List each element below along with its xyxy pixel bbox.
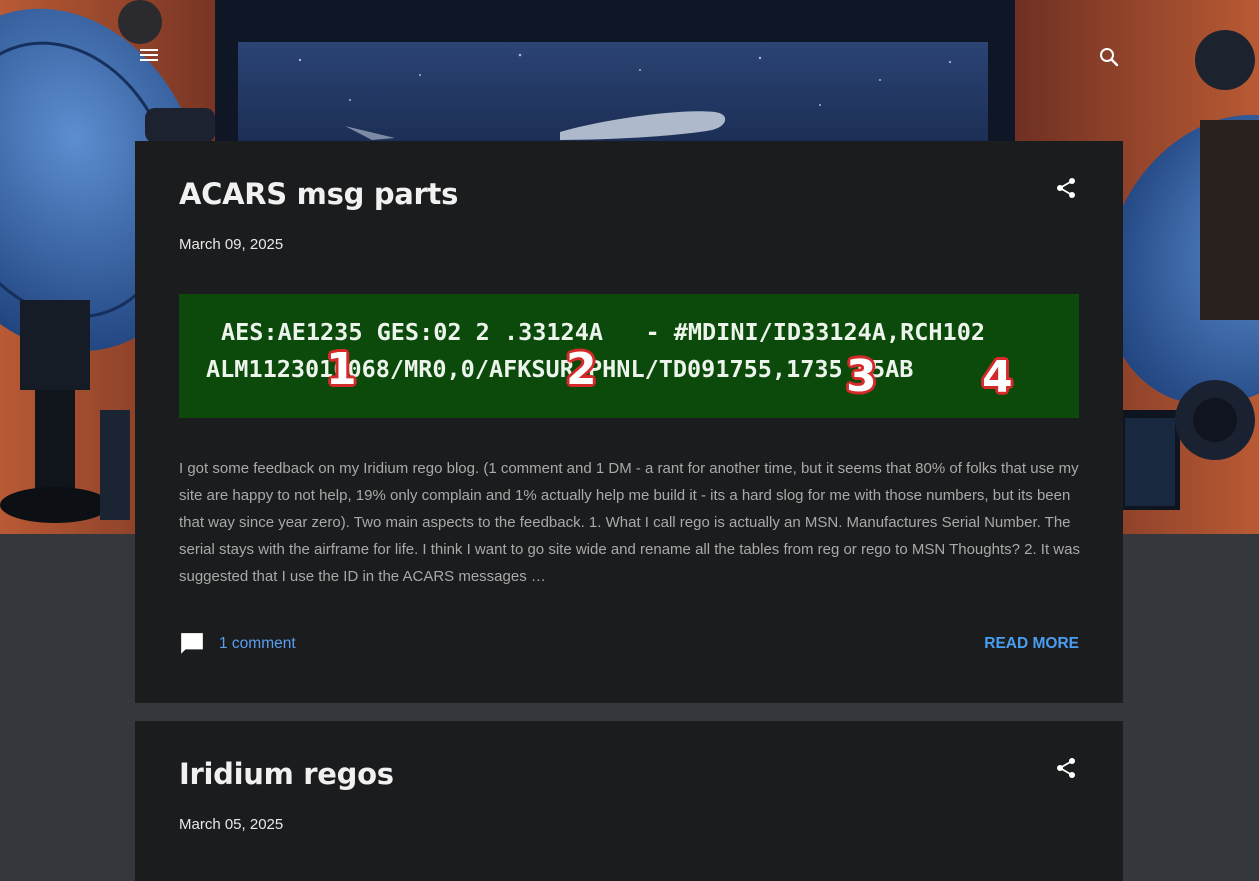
post-snippet: I got some feedback on my Iridium rego b… (179, 455, 1081, 590)
comment-icon (181, 633, 203, 654)
acars-message-line-1: AES:AE1235 GES:02 2 .33124A - #MDINI/ID3… (221, 318, 986, 346)
part-marker-1: 1 (326, 344, 357, 395)
part-marker-2: 2 (566, 344, 597, 395)
share-icon (1057, 178, 1075, 198)
post-card: ACARS msg parts March 09, 2025 AES:AE123… (135, 141, 1123, 703)
comments-count-label: 1 comment (219, 635, 296, 652)
menu-button[interactable] (134, 40, 164, 70)
part-marker-3: 3 (846, 351, 877, 402)
read-more-link[interactable]: READ MORE (984, 635, 1079, 653)
search-button[interactable] (1094, 42, 1124, 72)
comments-link[interactable]: 1 comment (179, 631, 296, 657)
post-snippet-image[interactable]: AES:AE1235 GES:02 2 .33124A - #MDINI/ID3… (179, 294, 1079, 418)
post-card: Iridium regos March 05, 2025 (135, 721, 1123, 881)
post-snippet-text: I got some feedback on my Iridium rego b… (179, 460, 1080, 585)
post-date[interactable]: March 09, 2025 (179, 236, 283, 253)
part-marker-4: 4 (982, 352, 1013, 403)
share-button[interactable] (1051, 753, 1081, 783)
snippet-ellipsis: … (530, 568, 546, 585)
share-button[interactable] (1051, 173, 1081, 203)
post-title[interactable]: ACARS msg parts (179, 177, 458, 211)
hamburger-menu-icon (140, 49, 158, 61)
acars-message-line-2: ALM1123010068/MR0,0/AFKSUR,PHNL/TD091755… (206, 355, 914, 383)
post-title[interactable]: Iridium regos (179, 757, 394, 791)
post-date[interactable]: March 05, 2025 (179, 816, 283, 833)
search-icon (1100, 48, 1119, 67)
share-icon (1057, 758, 1075, 778)
